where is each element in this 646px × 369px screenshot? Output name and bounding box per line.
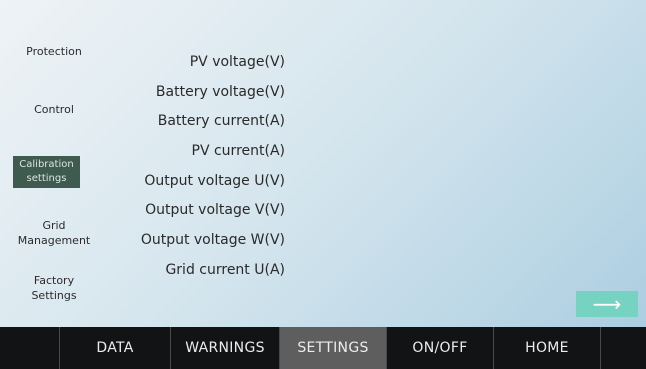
sidebar-item-label-line1: Grid xyxy=(42,219,66,232)
right-arrow-icon: ⟶ xyxy=(592,292,622,316)
param-output-voltage-v: Output voltage V(V) xyxy=(145,202,285,218)
tab-home[interactable]: HOME xyxy=(494,327,601,369)
tab-bar-spacer-left xyxy=(0,327,60,369)
tab-bar-spacer-right xyxy=(601,327,646,369)
param-output-voltage-u: Output voltage U(V) xyxy=(144,173,285,189)
next-page-button[interactable]: ⟶ xyxy=(576,291,638,317)
tab-data[interactable]: DATA xyxy=(60,327,171,369)
sidebar-item-label-line2: Settings xyxy=(31,289,77,302)
bottom-tab-bar: DATA WARNINGS SETTINGS ON/OFF HOME xyxy=(0,327,646,369)
param-output-voltage-w: Output voltage W(V) xyxy=(140,232,285,248)
sidebar-item-label-line2: settings xyxy=(26,173,67,184)
sidebar-item-label-line1: Factory xyxy=(33,274,75,287)
sidebar-item-control[interactable]: Control xyxy=(6,102,102,117)
sidebar-item-label: Protection xyxy=(26,45,82,58)
sidebar-item-calibration-settings[interactable]: Calibration settings xyxy=(13,156,80,188)
param-pv-voltage: PV voltage(V) xyxy=(189,54,285,70)
param-battery-voltage: Battery voltage(V) xyxy=(155,84,285,100)
settings-screen: Protection Control Calibration settings … xyxy=(0,0,646,369)
tab-on-off[interactable]: ON/OFF xyxy=(387,327,494,369)
param-battery-current: Battery current(A) xyxy=(157,113,285,129)
tab-label: HOME xyxy=(525,340,569,356)
tab-label: WARNINGS xyxy=(185,340,265,356)
sidebar-item-label: Control xyxy=(34,103,74,116)
sidebar-item-label-line2: Management xyxy=(17,234,91,247)
sidebar-item-grid-management[interactable]: Grid Management xyxy=(6,218,102,248)
sidebar-item-label-line1: Calibration xyxy=(19,159,74,170)
param-grid-current-u: Grid current U(A) xyxy=(165,262,285,278)
tab-label: SETTINGS xyxy=(297,340,369,356)
sidebar-item-protection[interactable]: Protection xyxy=(6,44,102,59)
param-pv-current: PV current(A) xyxy=(191,143,285,159)
tab-label: ON/OFF xyxy=(412,340,468,356)
sidebar-item-factory-settings[interactable]: Factory Settings xyxy=(6,273,102,303)
tab-warnings[interactable]: WARNINGS xyxy=(171,327,280,369)
tab-label: DATA xyxy=(96,340,134,356)
tab-settings[interactable]: SETTINGS xyxy=(280,327,387,369)
